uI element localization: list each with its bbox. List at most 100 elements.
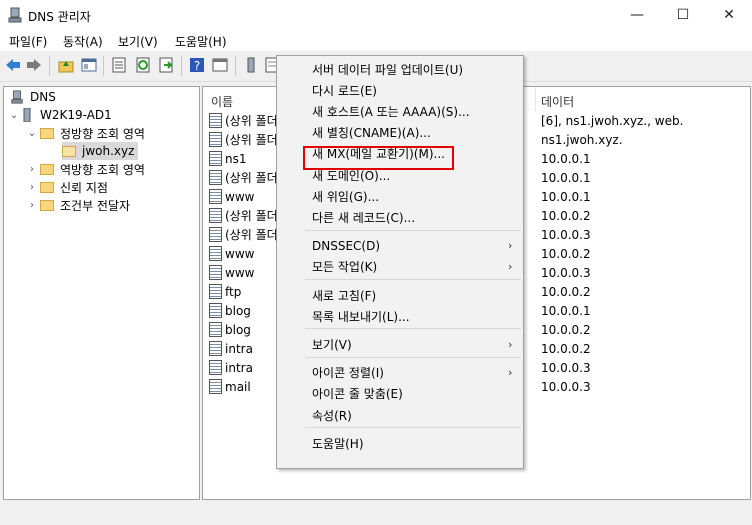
context-menu-item[interactable]: 속성(R) <box>277 404 523 426</box>
record-name: intra <box>225 360 253 375</box>
record-icon <box>209 379 222 394</box>
tree-item-trust-points[interactable]: › 신뢰 지점 <box>26 178 108 196</box>
tree-item-conditional-forwarders[interactable]: › 조건부 전달자 <box>26 196 130 214</box>
menu-separator <box>305 356 521 358</box>
table-row[interactable]: www <box>209 244 254 263</box>
table-row[interactable]: (상위 폴더 <box>209 111 278 130</box>
context-menu-item[interactable]: 새 별칭(CNAME)(A)... <box>277 122 523 144</box>
context-menu-item[interactable]: 다른 새 레코드(C)... <box>277 206 523 228</box>
tree-item-reverse-zones[interactable]: › 역방향 조회 영역 <box>26 160 145 178</box>
record-data: 10.0.0.3 <box>541 360 591 375</box>
server-icon[interactable] <box>243 57 259 73</box>
context-menu-item[interactable]: 목록 내보내기(L)... <box>277 305 523 327</box>
folder-icon <box>40 181 54 193</box>
folder-icon <box>40 199 54 211</box>
record-name: blog <box>225 303 251 318</box>
menu-view[interactable]: 보기(V) <box>118 33 158 50</box>
record-icon <box>209 360 222 375</box>
close-button[interactable]: ✕ <box>706 0 752 30</box>
svg-text:?: ? <box>194 59 200 73</box>
dns-icon <box>8 7 22 23</box>
chevron-right-icon[interactable]: › <box>26 164 38 175</box>
record-icon <box>209 208 222 223</box>
context-menu-item[interactable]: 보기(V) › <box>277 333 523 355</box>
context-menu-item[interactable]: 새 위임(G)... <box>277 185 523 207</box>
context-menu-label: 새 위임(G)... <box>312 189 380 204</box>
maximize-button[interactable]: ☐ <box>660 0 706 30</box>
context-menu-item[interactable]: 모든 작업(K) › <box>277 256 523 278</box>
record-icon <box>209 265 222 280</box>
view-icon[interactable] <box>212 57 228 73</box>
record-data: 10.0.0.3 <box>541 227 591 242</box>
menu-file[interactable]: 파일(F) <box>9 33 47 50</box>
tree-label-zone: jwoh.xyz <box>82 144 135 158</box>
context-menu-item[interactable]: 아이콘 줄 맞춤(E) <box>277 383 523 405</box>
menu-help[interactable]: 도움말(H) <box>175 33 227 50</box>
context-menu-item[interactable]: 서버 데이터 파일 업데이트(U) <box>277 58 523 80</box>
export-icon[interactable] <box>158 57 174 73</box>
back-arrow-icon[interactable] <box>5 57 21 73</box>
record-name: (상위 폴더 <box>225 133 278 147</box>
record-data: 10.0.0.2 <box>541 341 591 356</box>
tree-label-dns: DNS <box>30 90 56 104</box>
context-menu-item[interactable]: DNSSEC(D) › <box>277 235 523 257</box>
context-menu-item[interactable]: 도움말(H) <box>277 432 523 454</box>
menu-bar: 파일(F) 동작(A) 보기(V) 도움말(H) <box>0 30 752 51</box>
table-row[interactable]: (상위 폴더 <box>209 225 278 244</box>
server-icon <box>23 108 31 122</box>
column-header-data[interactable]: 데이터 <box>541 93 574 110</box>
context-menu-label: 모든 작업(K) <box>312 260 378 275</box>
chevron-right-icon[interactable]: › <box>26 200 38 211</box>
context-menu-label: 보기(V) <box>312 337 352 352</box>
table-row[interactable]: ns1 <box>209 149 247 168</box>
tree-item-zone-selected[interactable]: jwoh.xyz <box>62 142 139 160</box>
folder-icon <box>62 145 76 157</box>
menu-action[interactable]: 동작(A) <box>63 33 103 50</box>
table-row[interactable]: (상위 폴더 <box>209 130 278 149</box>
record-data: 10.0.0.1 <box>541 170 591 185</box>
context-menu-label: 목록 내보내기(L)... <box>312 309 410 324</box>
record-name: mail <box>225 379 251 394</box>
chevron-right-icon[interactable]: › <box>26 182 38 193</box>
record-icon <box>209 322 222 337</box>
context-menu-item[interactable]: 새 호스트(A 또는 AAAA)(S)... <box>277 100 523 122</box>
record-icon <box>209 189 222 204</box>
table-row[interactable]: intra <box>209 339 253 358</box>
record-data: 10.0.0.3 <box>541 379 591 394</box>
record-icon <box>209 227 222 242</box>
context-menu-label: 새 별칭(CNAME)(A)... <box>312 126 431 141</box>
table-row[interactable]: blog <box>209 320 251 339</box>
minimize-button[interactable]: — <box>614 0 660 30</box>
record-data: 10.0.0.2 <box>541 208 591 223</box>
table-row[interactable]: mail <box>209 377 251 396</box>
forward-arrow-icon[interactable] <box>26 57 42 73</box>
chevron-down-icon[interactable]: ⌄ <box>26 128 38 139</box>
record-name: blog <box>225 322 251 337</box>
context-menu-item[interactable]: 다시 로드(E) <box>277 79 523 101</box>
chevron-down-icon[interactable]: ⌄ <box>8 110 20 121</box>
console-tree-icon[interactable] <box>81 57 97 73</box>
minimize-icon: — <box>630 7 644 23</box>
record-name: www <box>225 246 255 261</box>
table-row[interactable]: www <box>209 263 254 282</box>
table-row[interactable]: ftp <box>209 282 241 301</box>
table-row[interactable]: (상위 폴더 <box>209 206 278 225</box>
table-row[interactable]: blog <box>209 301 251 320</box>
record-name: (상위 폴더 <box>225 209 278 223</box>
table-row[interactable]: www <box>209 187 254 206</box>
table-row[interactable]: intra <box>209 358 253 377</box>
column-header-name[interactable]: 이름 <box>211 93 233 110</box>
tree-item-dns[interactable]: DNS <box>10 88 56 106</box>
tree-item-server[interactable]: ⌄ W2K19-AD1 <box>8 106 112 124</box>
context-menu-item[interactable]: 아이콘 정렬(I) › <box>277 362 523 384</box>
record-data: 10.0.0.2 <box>541 284 591 299</box>
tree-item-forward-zones[interactable]: ⌄ 정방향 조회 영역 <box>26 124 145 142</box>
up-folder-icon[interactable] <box>58 57 74 73</box>
column-divider[interactable] <box>535 87 536 111</box>
table-row[interactable]: (상위 폴더 <box>209 168 278 187</box>
folder-icon <box>40 127 54 139</box>
refresh-icon[interactable] <box>135 57 151 73</box>
context-menu-item[interactable]: 새로 고침(F) <box>277 284 523 306</box>
properties-icon[interactable] <box>111 57 127 73</box>
help-icon[interactable]: ? <box>189 57 205 73</box>
